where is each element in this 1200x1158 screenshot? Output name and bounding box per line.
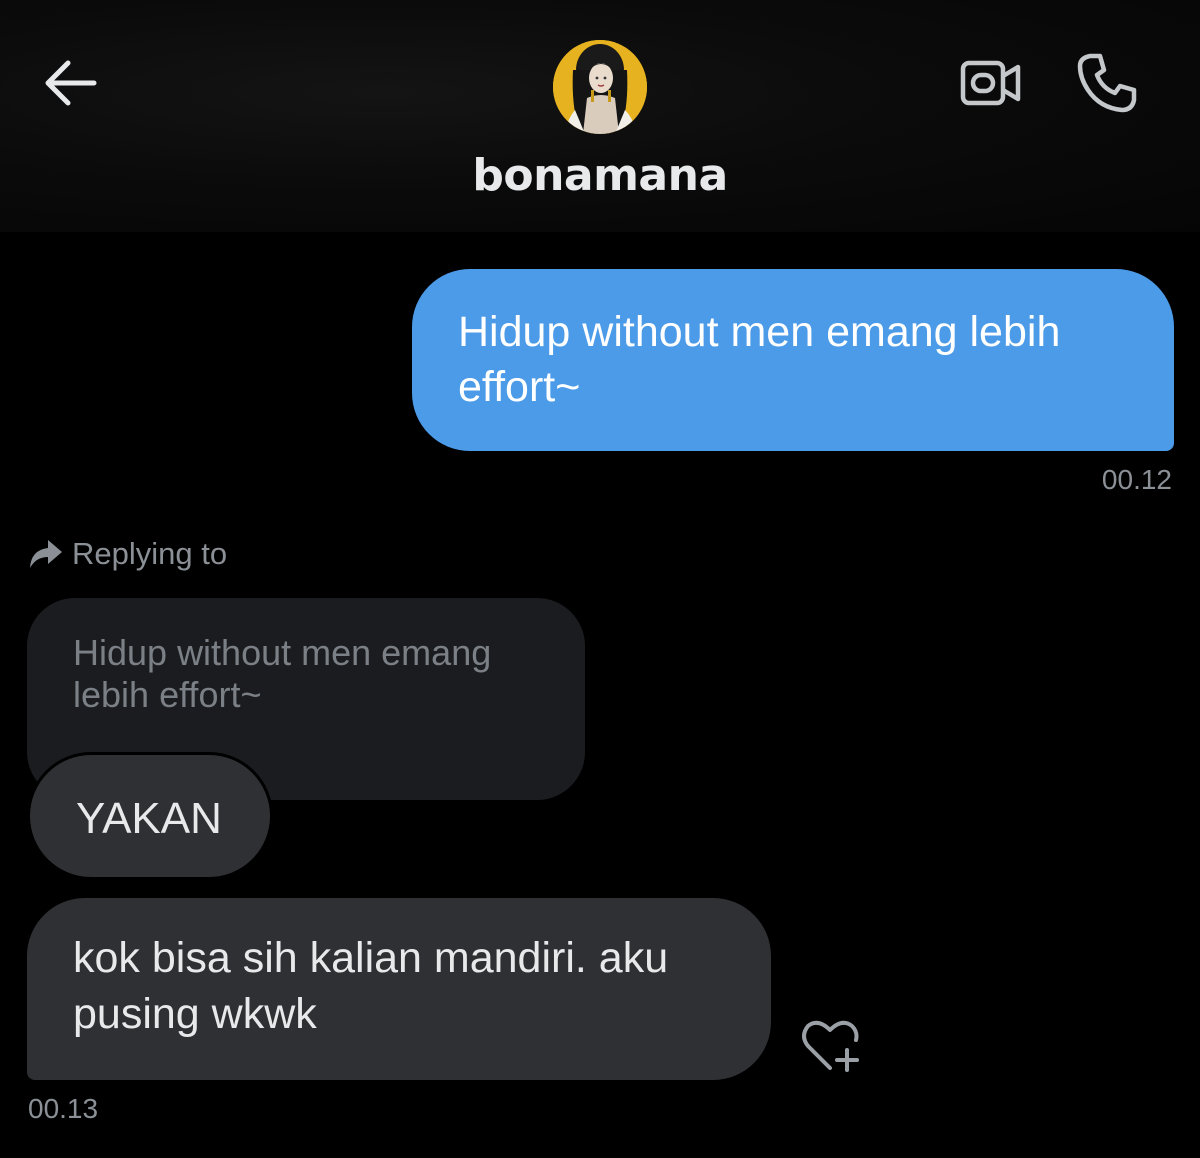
conversation-username[interactable]: bonamana bbox=[0, 150, 1200, 201]
avatar[interactable] bbox=[553, 40, 647, 134]
sent-message-timestamp: 00.12 bbox=[1101, 464, 1172, 495]
video-call-button[interactable] bbox=[960, 58, 1022, 108]
replying-to-label: Replying to bbox=[72, 536, 228, 571]
voice-call-button[interactable] bbox=[1076, 52, 1138, 114]
phone-icon bbox=[1077, 53, 1137, 113]
arrow-left-icon bbox=[45, 60, 97, 106]
profile-avatar-image bbox=[553, 40, 647, 134]
received-message-text: YAKAN bbox=[76, 794, 222, 843]
heart-plus-icon bbox=[802, 1020, 859, 1072]
add-reaction-button[interactable] bbox=[800, 1018, 862, 1074]
reply-arrow-icon bbox=[30, 540, 62, 568]
sent-message-text: Hidup without men emang lebih effort~ bbox=[458, 308, 1061, 411]
received-message-timestamp: 00.13 bbox=[28, 1093, 99, 1124]
video-camera-icon bbox=[960, 60, 1021, 106]
conversation-header: bonamana bbox=[0, 0, 1200, 232]
received-message-bubble[interactable]: kok bisa sih kalian mandiri. aku pusing … bbox=[27, 898, 771, 1080]
received-message-text: kok bisa sih kalian mandiri. aku pusing … bbox=[73, 934, 669, 1038]
back-button[interactable] bbox=[40, 58, 102, 108]
quoted-message-text: Hidup without men emang lebih effort~ bbox=[73, 632, 492, 715]
sent-message-bubble[interactable]: Hidup without men emang lebih effort~ bbox=[412, 269, 1174, 451]
received-message-bubble[interactable]: YAKAN bbox=[27, 752, 273, 880]
dm-conversation-screen: bonamana Hidup without men emang lebih e… bbox=[0, 0, 1200, 1158]
